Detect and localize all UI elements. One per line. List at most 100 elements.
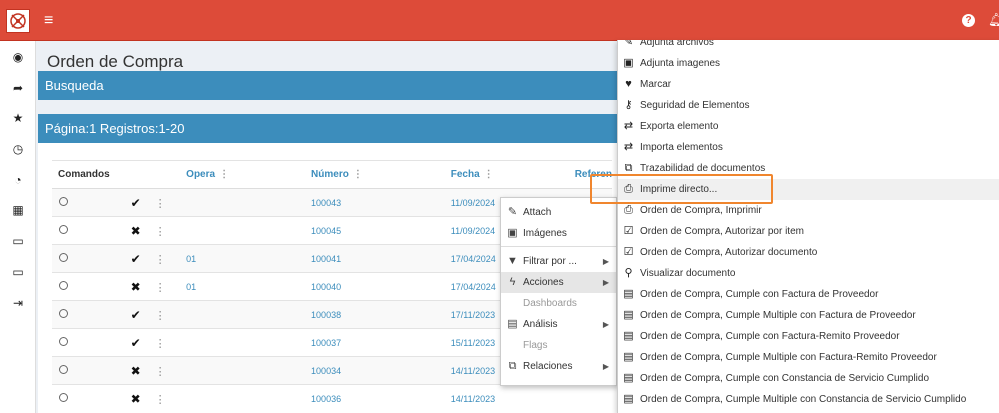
submenu-item-visualizar[interactable]: ⚲ Visualizar documento — [618, 263, 999, 284]
calendar-icon[interactable]: ▦ — [11, 203, 25, 217]
submenu-item-cumple-constancia[interactable]: ▤ Orden de Compra, Cumple con Constancia … — [618, 368, 999, 389]
filter-icon: ▼ — [507, 255, 518, 267]
submenu-item-label: Orden de Compra, Imprimir — [640, 205, 762, 216]
submenu-item-cumple-multiple-constancia[interactable]: ▤ Orden de Compra, Cumple Multiple con Co… — [618, 389, 999, 410]
table-row[interactable]: ✖ ⋮ 100036 14/11/2023 — [52, 384, 612, 413]
row-menu-icon[interactable]: ⋮ — [155, 366, 166, 378]
numero-cell[interactable]: 100045 — [305, 216, 445, 245]
menu-toggle-icon[interactable]: ≡ — [44, 12, 53, 30]
context-menu-imagenes[interactable]: ▣ Imágenes — [501, 223, 616, 244]
row-radio[interactable] — [59, 393, 68, 403]
opera-cell: 01 — [180, 244, 306, 273]
fecha-cell: 14/11/2023 — [444, 384, 569, 413]
report-icon: ▤ — [507, 318, 518, 330]
row-menu-icon[interactable]: ⋮ — [155, 198, 166, 210]
row-menu-icon[interactable]: ⋮ — [155, 282, 166, 294]
submenu-item-autorizar-documento[interactable]: ☑ Orden de Compra, Autorizar documento — [618, 242, 999, 263]
context-menu-attach[interactable]: ✎ Attach — [501, 202, 616, 223]
logout-icon[interactable]: ⇥ — [11, 296, 25, 310]
top-navbar: ≡ ? 🔔︎ — [0, 0, 999, 41]
document-icon: ▤ — [623, 330, 634, 342]
context-menu-label: Análisis — [523, 319, 558, 330]
context-menu-acciones[interactable]: ϟ Acciones ▶ — [501, 272, 616, 293]
monitor-icon[interactable]: ▭ — [11, 265, 25, 279]
menu-divider — [501, 246, 616, 247]
row-menu-icon[interactable]: ⋮ — [155, 394, 166, 406]
share-icon[interactable]: ➦ — [11, 81, 25, 95]
numero-cell[interactable]: 100036 — [305, 384, 445, 413]
submenu-item-marcar[interactable]: ♥ Marcar — [618, 74, 999, 95]
context-menu-label: Acciones — [523, 277, 564, 288]
row-radio[interactable] — [59, 365, 68, 374]
submenu-item-label: Orden de Compra, Cumple Multiple con Con… — [640, 394, 967, 405]
logo-icon — [10, 13, 26, 29]
submenu-item-importa[interactable]: ⇄ Importa elementos — [618, 137, 999, 158]
column-header-opera[interactable]: Opera ⋮ — [180, 160, 306, 189]
export-icon: ⇄ — [623, 120, 634, 132]
row-menu-icon[interactable]: ⋮ — [155, 310, 166, 322]
column-menu-icon[interactable]: ⋮ — [353, 169, 363, 180]
submenu-item-label: Adjunta imagenes — [640, 58, 721, 69]
document-icon: ▤ — [623, 393, 634, 405]
submenu-arrow-icon: ▶ — [602, 257, 609, 266]
search-panel-header[interactable]: Busqueda — [38, 71, 628, 100]
star-icon[interactable]: ★ — [11, 111, 25, 125]
submenu-item-label: Importa elementos — [640, 142, 723, 153]
status-icon: ✔ — [130, 335, 141, 350]
globe-icon[interactable]: ◉ — [11, 50, 25, 64]
column-header-numero[interactable]: Número ⋮ — [305, 160, 445, 189]
row-menu-icon[interactable]: ⋮ — [155, 254, 166, 266]
opera-cell — [180, 188, 306, 217]
folder-icon[interactable]: ▭ — [11, 234, 25, 248]
import-icon: ⇄ — [623, 141, 634, 153]
relations-icon: ⧉ — [508, 360, 517, 372]
row-radio[interactable] — [59, 253, 68, 262]
submenu-item-cumple-factura[interactable]: ▤ Orden de Compra, Cumple con Factura de … — [618, 284, 999, 305]
heart-icon: ♥ — [625, 78, 632, 90]
numero-cell[interactable]: 100034 — [305, 356, 445, 385]
row-menu-icon[interactable]: ⋮ — [155, 226, 166, 238]
dashboard-icon[interactable]: ◔ — [11, 173, 25, 187]
status-icon: ✖ — [130, 363, 141, 378]
page-title: Orden de Compra — [47, 52, 184, 71]
row-radio[interactable] — [59, 197, 68, 206]
lightning-icon: ϟ — [509, 276, 516, 288]
context-menu-filtrar[interactable]: ▼ Filtrar por ... ▶ — [501, 251, 616, 272]
images-icon: ▣ — [507, 227, 518, 239]
submenu-item-label: Orden de Compra, Autorizar documento — [640, 247, 818, 258]
submenu-item-cumple-multiple-factura[interactable]: ▤ Orden de Compra, Cumple Multiple con Fa… — [618, 305, 999, 326]
document-icon: ▤ — [623, 288, 634, 300]
context-menu-dashboards: Dashboards — [523, 298, 577, 309]
column-header-fecha[interactable]: Fecha ⋮ — [444, 160, 569, 189]
numero-cell[interactable]: 100037 — [305, 328, 445, 357]
submenu-item-seguridad[interactable]: ⚷ Seguridad de Elementos — [618, 95, 999, 116]
submenu-item-cumple-multiple-factura-remito[interactable]: ▤ Orden de Compra, Cumple Multiple con Fa… — [618, 347, 999, 368]
submenu-item-cumple-factura-remito[interactable]: ▤ Orden de Compra, Cumple con Factura-Rem… — [618, 326, 999, 347]
submenu-item-label: Orden de Compra, Cumple Multiple con Fac… — [640, 310, 916, 321]
clock-icon[interactable]: ◷ — [11, 142, 25, 156]
row-radio[interactable] — [59, 281, 68, 290]
submenu-item-exporta[interactable]: ⇄ Exporta elemento — [618, 116, 999, 137]
submenu-item-label: Visualizar documento — [640, 268, 736, 279]
bell-icon[interactable]: 🔔︎ — [988, 12, 999, 28]
highlight-annotation — [590, 174, 773, 204]
row-radio[interactable] — [59, 337, 68, 346]
context-menu-analisis[interactable]: ▤ Análisis ▶ — [501, 314, 616, 335]
submenu-item-adjunta-imagenes[interactable]: ▣ Adjunta imagenes — [618, 53, 999, 74]
numero-cell[interactable]: 100038 — [305, 300, 445, 329]
opera-cell — [180, 300, 306, 329]
app-logo[interactable] — [6, 9, 30, 33]
row-radio[interactable] — [59, 309, 68, 318]
paperclip-icon: ✎ — [507, 206, 518, 218]
row-menu-icon[interactable]: ⋮ — [155, 338, 166, 350]
submenu-item-adjunta-archivos[interactable]: ✎ Adjunta archivos — [618, 40, 999, 53]
row-radio[interactable] — [59, 225, 68, 234]
numero-cell[interactable]: 100043 — [305, 188, 445, 217]
submenu-item-autorizar-item[interactable]: ☑ Orden de Compra, Autorizar por item — [618, 221, 999, 242]
numero-cell[interactable]: 100041 — [305, 244, 445, 273]
numero-cell[interactable]: 100040 — [305, 272, 445, 301]
column-menu-icon[interactable]: ⋮ — [484, 169, 494, 180]
help-icon[interactable]: ? — [962, 14, 975, 27]
column-menu-icon[interactable]: ⋮ — [219, 169, 229, 180]
context-menu-relaciones[interactable]: ⧉ Relaciones ▶ — [501, 356, 616, 377]
